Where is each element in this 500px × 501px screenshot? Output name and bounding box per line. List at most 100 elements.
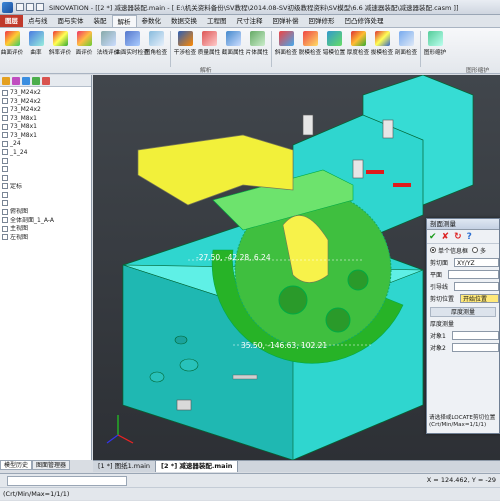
- tree-item-label: 73_M24x2: [10, 106, 41, 113]
- ribbon-face-eval-button[interactable]: 面评价: [73, 31, 96, 56]
- ribbon-bevel-button[interactable]: 斜面检查: [275, 31, 298, 56]
- status-line-1: X = 124.462, Y = -29: [0, 474, 500, 487]
- tab-analysis[interactable]: 解析: [111, 15, 137, 27]
- tab-dimension[interactable]: 尺寸注释: [232, 15, 268, 27]
- tab-drawing-manager[interactable]: 图面管理器: [32, 460, 71, 470]
- confirm-icon[interactable]: ✔: [429, 232, 437, 242]
- tree-expand-icon[interactable]: [22, 76, 30, 85]
- obj2-field[interactable]: [451, 342, 499, 352]
- obj2-row: 对象2: [427, 341, 499, 353]
- tree-item[interactable]: 俯视图: [2, 208, 91, 217]
- menu-bar: 图层 点与线 面与实体 装配 解析 参数化 数据交换 工程图 尺寸注释 回弹补偿…: [0, 15, 500, 28]
- radio-single[interactable]: [430, 247, 436, 253]
- mode-multi-label: 多: [480, 247, 487, 255]
- sheet-prop-icon: [249, 31, 265, 46]
- tree-item[interactable]: 73_M8x1: [2, 132, 91, 141]
- demold-icon: [302, 31, 318, 46]
- cursor-coordinates: X = 124.462, Y = -29: [426, 476, 496, 484]
- open-file-icon[interactable]: [26, 3, 34, 11]
- ribbon-realtime-button[interactable]: 曲面实时检查: [115, 31, 149, 56]
- ribbon-curvature-button[interactable]: 曲率: [25, 31, 48, 56]
- ribbon-demold-button[interactable]: 脱模检查: [299, 31, 322, 56]
- cancel-icon[interactable]: ✘: [442, 232, 450, 242]
- help-icon[interactable]: ?: [467, 232, 472, 242]
- tree-item[interactable]: 73_M24x2: [2, 106, 91, 115]
- tab-model-history[interactable]: 模型历史: [0, 460, 33, 470]
- tree-refresh-icon[interactable]: [32, 76, 40, 85]
- tree-item[interactable]: _24: [2, 140, 91, 149]
- ribbon-section-prop-button[interactable]: 截面属性: [222, 31, 245, 56]
- ribbon-mismatch-button[interactable]: 错模位置: [323, 31, 346, 56]
- radio-multi[interactable]: [472, 247, 479, 253]
- thickness-icon: [350, 31, 366, 46]
- dialog-hint: 请选择或LOCATE剪切位置(Crt/Min/Max=1/1/1): [429, 415, 496, 428]
- tree-item[interactable]: [2, 191, 91, 200]
- model-tree: 73_M24x2 73_M24x2 73_M24x2 73_M8x1 73_M8x1 73…: [0, 87, 91, 242]
- flat-field[interactable]: [448, 269, 499, 279]
- tree-node-icon: [2, 200, 8, 206]
- tree-item[interactable]: [2, 200, 91, 209]
- ribbon-section-check-button[interactable]: 剖面检查: [395, 31, 418, 56]
- tab-emboss[interactable]: 凹凸修饰处理: [340, 15, 389, 27]
- ribbon-slope-button[interactable]: 斜率评价: [49, 31, 72, 56]
- tree-node-icon: [2, 157, 8, 164]
- reset-icon[interactable]: ↻: [454, 232, 462, 242]
- ribbon-interference-button[interactable]: 干涉检查: [174, 31, 197, 56]
- tree-item[interactable]: 73_M24x2: [2, 98, 91, 107]
- tree-item[interactable]: 定标: [2, 183, 91, 192]
- document-tabs: [1 *] 图纸1.main [2 *] 减速器装配.main: [93, 460, 500, 472]
- plane-select[interactable]: XY/YZ: [454, 257, 499, 267]
- tree-item[interactable]: [2, 166, 91, 175]
- command-input[interactable]: [7, 475, 127, 486]
- tree-item[interactable]: 73_M8x1: [2, 123, 91, 132]
- tab-data-exchange[interactable]: 数据交换: [166, 15, 202, 27]
- tab-springback-shape[interactable]: 回弹修形: [304, 15, 340, 27]
- ribbon-draft-button[interactable]: 拔模检查: [371, 31, 394, 56]
- tree-item[interactable]: [2, 157, 91, 166]
- app-logo-icon[interactable]: [2, 1, 13, 13]
- normal-icon: [100, 31, 116, 46]
- section-prop-icon: [225, 31, 241, 46]
- mismatch-icon: [326, 31, 342, 46]
- ribbon-graphic-maintain-button[interactable]: 图形缩护: [424, 31, 447, 56]
- cut-pos-field[interactable]: 开始位置: [460, 293, 499, 303]
- obj1-row: 对象1: [427, 329, 499, 341]
- doc-tab-assembly[interactable]: [2 *] 减速器装配.main: [156, 461, 239, 472]
- thickness-section-header[interactable]: 厚度测量: [430, 307, 496, 317]
- save-file-icon[interactable]: [36, 3, 44, 11]
- thickness-row: 厚度测量: [427, 317, 499, 329]
- tab-springback[interactable]: 回弹补偿: [268, 15, 304, 27]
- tree-item[interactable]: 左视图: [2, 234, 91, 243]
- tree-item[interactable]: 73_M24x2: [2, 89, 91, 98]
- tab-layers[interactable]: 图层: [0, 15, 23, 27]
- tab-assembly[interactable]: 装配: [89, 15, 112, 27]
- tree-node-icon: [2, 208, 8, 215]
- tree-item[interactable]: 全体剖面_1_A-A: [2, 217, 91, 226]
- tab-drawing[interactable]: 工程图: [202, 15, 232, 27]
- tree-layer-icon[interactable]: [12, 76, 20, 85]
- tree-item[interactable]: 73_M8x1: [2, 115, 91, 124]
- tree-item[interactable]: [2, 174, 91, 183]
- tree-item-label: 全体剖面_1_A-A: [10, 216, 54, 224]
- tab-surface-solid[interactable]: 面与实体: [53, 15, 89, 27]
- tree-item[interactable]: 主视图: [2, 225, 91, 234]
- tab-point-line[interactable]: 点与线: [23, 15, 53, 27]
- tab-parametric[interactable]: 参数化: [137, 15, 167, 27]
- tree-node-icon: [2, 98, 8, 104]
- tree-item-label: _24: [10, 140, 21, 147]
- ribbon-mass-button[interactable]: 质量属性: [198, 31, 221, 56]
- doc-tab-drawing[interactable]: [1 *] 图纸1.main: [93, 461, 157, 472]
- tree-filter-icon[interactable]: [2, 76, 10, 85]
- ribbon-thickness-button[interactable]: 厚度检查: [347, 31, 370, 56]
- guide-field[interactable]: [454, 281, 499, 291]
- tree-settings-icon[interactable]: [42, 76, 50, 85]
- ribbon-fillet-check-button[interactable]: 图角检查: [145, 31, 168, 56]
- guide-label: 引导线: [430, 283, 449, 291]
- ribbon-surface-eval-button[interactable]: 曲面评价: [1, 31, 24, 56]
- obj1-field[interactable]: [451, 330, 499, 340]
- ribbon-sheet-prop-button[interactable]: 片体属性: [246, 31, 269, 56]
- ribbon-separator: [271, 31, 272, 67]
- tree-node-icon: [2, 106, 8, 113]
- new-file-icon[interactable]: [16, 3, 24, 11]
- tree-item[interactable]: _1_24: [2, 149, 91, 158]
